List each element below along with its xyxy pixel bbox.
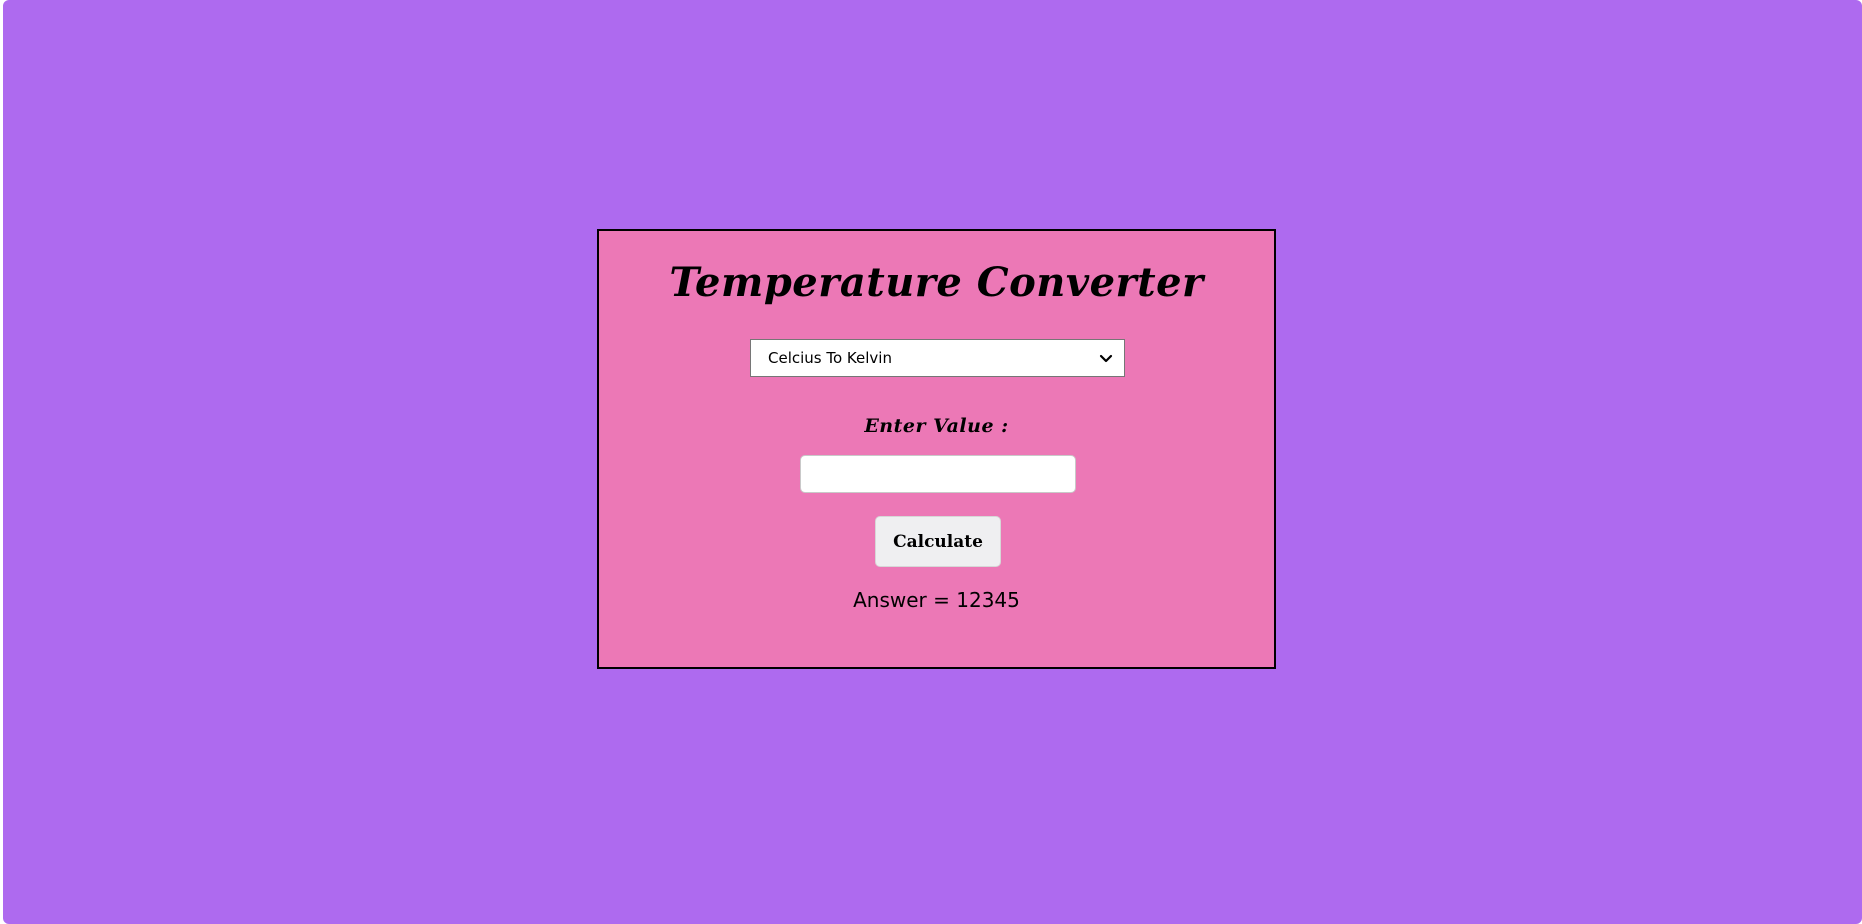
page-background: Temperature Converter Celcius To Kelvin …: [3, 0, 1862, 924]
calculate-button[interactable]: Calculate: [875, 516, 1001, 567]
conversion-select-box[interactable]: Celcius To Kelvin: [750, 339, 1125, 377]
value-input[interactable]: [800, 455, 1076, 493]
conversion-select[interactable]: Celcius To Kelvin: [750, 339, 1125, 377]
answer-text: Answer = 12345: [853, 588, 1020, 612]
conversion-select-value: Celcius To Kelvin: [768, 349, 892, 367]
enter-value-label: Enter Value :: [864, 415, 1009, 437]
chevron-down-icon: [1098, 350, 1114, 366]
page-title: Temperature Converter: [669, 259, 1204, 306]
converter-card: Temperature Converter Celcius To Kelvin …: [597, 229, 1276, 669]
